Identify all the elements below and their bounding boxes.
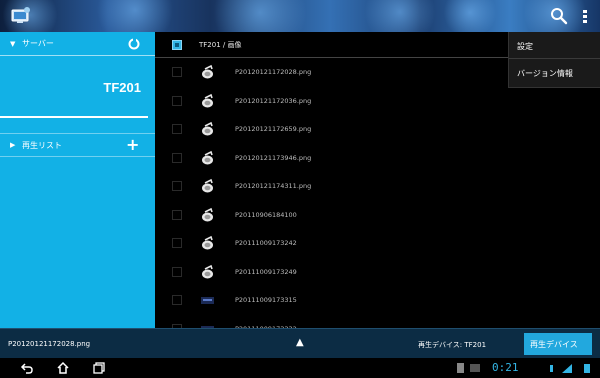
play-device-button-label: 再生デバイス — [530, 340, 578, 349]
back-icon[interactable] — [20, 361, 34, 375]
search-icon[interactable] — [546, 3, 572, 29]
file-name: P20111009173315 — [235, 296, 297, 304]
server-label: サーバー — [22, 39, 54, 48]
current-file-label: P20120121172028.png — [8, 340, 91, 348]
action-bar — [0, 0, 600, 32]
menu-item-version-info[interactable]: バージョン情報 — [509, 60, 600, 87]
notification-icons[interactable] — [456, 362, 486, 374]
sidebar: ▼ サーバー TF201 ▶ 再生リスト + — [0, 32, 155, 328]
file-row[interactable]: P20120121173946.png — [155, 144, 600, 173]
file-name: P20111009173242 — [235, 239, 297, 247]
file-checkbox[interactable] — [172, 95, 182, 106]
file-checkbox[interactable] — [172, 209, 182, 220]
overflow-menu: 設定 バージョン情報 — [508, 32, 600, 88]
image-file-icon — [202, 178, 213, 193]
file-checkbox[interactable] — [172, 238, 182, 248]
file-checkbox[interactable] — [172, 181, 182, 191]
expand-up-icon[interactable]: ▲ — [296, 337, 304, 348]
image-file-icon — [202, 93, 213, 107]
system-nav-bar: 0:21 — [0, 358, 600, 378]
file-name: P20111009173249 — [235, 267, 297, 276]
file-name: P20120121172659.png — [235, 125, 312, 133]
breadcrumb: TF201 / 画像 — [199, 41, 242, 49]
app-icon[interactable] — [10, 6, 32, 26]
file-checkbox[interactable] — [172, 67, 182, 77]
file-checkbox[interactable] — [172, 295, 182, 305]
bar-glow — [90, 0, 180, 32]
play-device-status: 再生デバイス: TF201 — [418, 341, 487, 349]
bar-glow — [440, 0, 500, 32]
file-row[interactable]: P20120121174311.png — [155, 172, 600, 201]
file-checkbox[interactable] — [172, 152, 182, 163]
file-row[interactable]: P20110906184100 — [155, 201, 600, 230]
selected-indicator — [0, 116, 148, 118]
image-file-icon — [202, 264, 213, 278]
server-section-header[interactable]: ▼ サーバー — [0, 32, 155, 56]
playlist-section-header[interactable]: ▶ 再生リスト + — [0, 133, 155, 157]
recents-icon[interactable] — [92, 361, 106, 375]
file-checkbox[interactable] — [172, 124, 182, 134]
collapse-caret-icon: ▶ — [10, 141, 16, 149]
file-name: P20120121172036.png — [235, 96, 312, 105]
bar-glow — [200, 0, 320, 32]
image-file-icon — [201, 325, 214, 328]
file-name: P20110906184100 — [235, 210, 297, 219]
file-row[interactable]: P20111009173249 — [155, 258, 600, 287]
menu-item-label: バージョン情報 — [517, 69, 573, 78]
image-file-icon — [201, 297, 214, 304]
play-device-button[interactable]: 再生デバイス — [524, 333, 592, 355]
bar-glow — [360, 0, 440, 32]
file-name: P20120121174311.png — [235, 182, 312, 190]
select-all-checkbox[interactable] — [172, 40, 182, 50]
status-indicators — [550, 364, 590, 373]
playlist-label: 再生リスト — [22, 141, 62, 150]
image-file-icon — [202, 150, 213, 164]
image-file-icon — [202, 121, 213, 136]
expand-caret-icon: ▼ — [10, 40, 16, 48]
menu-item-label: 設定 — [517, 42, 533, 51]
file-row[interactable]: P20111009173332 — [155, 315, 600, 328]
image-file-icon — [202, 64, 213, 79]
image-file-icon — [202, 207, 213, 221]
device-name[interactable]: TF201 — [103, 80, 141, 95]
menu-item-settings[interactable]: 設定 — [509, 32, 600, 59]
home-icon[interactable] — [56, 361, 70, 375]
file-row[interactable]: P20111009173315 — [155, 286, 600, 315]
add-playlist-button[interactable]: + — [126, 135, 139, 155]
playback-bar: P20120121172028.png ▲ 再生デバイス: TF201 再生デバ… — [0, 328, 600, 358]
clock: 0:21 — [492, 361, 519, 374]
file-row[interactable]: P20120121172659.png — [155, 115, 600, 144]
file-name: P20120121172028.png — [235, 68, 312, 76]
image-file-icon — [202, 235, 213, 250]
file-row[interactable]: P20120121172036.png — [155, 87, 600, 116]
refresh-icon[interactable] — [128, 38, 140, 50]
file-row[interactable]: P20111009173242 — [155, 229, 600, 258]
overflow-icon[interactable] — [574, 3, 596, 29]
file-name: P20120121173946.png — [235, 153, 312, 162]
file-checkbox[interactable] — [172, 266, 182, 277]
